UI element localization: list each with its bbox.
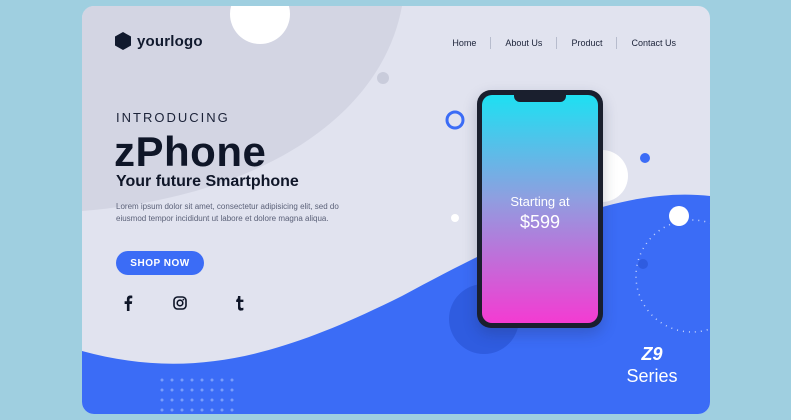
- series-code: Z9: [641, 344, 663, 364]
- phone-notch: [514, 95, 566, 102]
- hexagon-logo-icon: [115, 32, 131, 50]
- brand-logo[interactable]: yourlogo: [115, 32, 203, 50]
- price-value: $599: [519, 212, 561, 232]
- logo-text: yourlogo: [137, 32, 203, 50]
- product-description: Lorem ipsum dolor sit amet, consectetur …: [116, 202, 339, 223]
- white-circle-right: [669, 206, 689, 226]
- instagram-icon[interactable]: [172, 295, 188, 311]
- intro-label: INTRODUCING: [116, 110, 230, 125]
- nav-item-about-us[interactable]: About Us: [490, 37, 556, 49]
- small-grey-dot: [377, 72, 389, 84]
- small-white-dot: [451, 214, 459, 222]
- product-subtitle: Your future Smartphone: [116, 173, 299, 190]
- small-blue-dot: [640, 153, 650, 163]
- nav-item-home[interactable]: Home: [452, 37, 490, 49]
- nav-item-product[interactable]: Product: [556, 37, 616, 49]
- facebook-icon[interactable]: [120, 295, 136, 311]
- blue-ring: [445, 110, 465, 130]
- landing-card: yourlogo Home About Us Product Contact U…: [82, 6, 710, 414]
- phone-screen: Starting at $599: [482, 95, 598, 323]
- product-title: zPhone: [114, 128, 267, 175]
- shop-now-button[interactable]: SHOP NOW: [116, 251, 204, 275]
- tumblr-icon[interactable]: [232, 295, 248, 311]
- series-label: Series: [626, 366, 678, 386]
- dark-blue-dot: [638, 259, 648, 269]
- top-nav: Home About Us Product Contact Us: [452, 37, 676, 49]
- nav-item-contact-us[interactable]: Contact Us: [616, 37, 676, 49]
- price-label: Starting at: [510, 194, 570, 209]
- phone-mockup: Starting at $599: [477, 90, 603, 328]
